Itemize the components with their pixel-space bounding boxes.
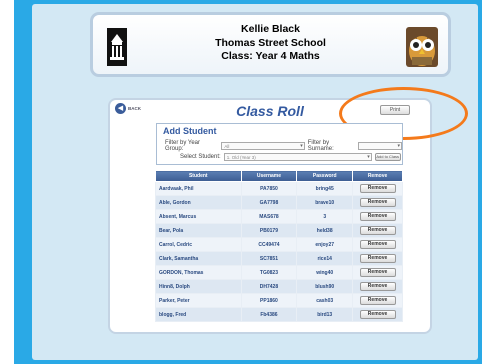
username: GA7798 [240, 195, 298, 210]
table-row: Absent, Marcus MAS678 3 Remove [155, 209, 403, 224]
username: TG0823 [240, 265, 298, 280]
username: DH7428 [240, 279, 298, 294]
table-row: GORDON, Thomas TG0823 wing40 Remove [155, 265, 403, 280]
student-name: blogg, Fred [155, 307, 242, 322]
table-row: Aardvaak, Phil PA7850 bring45 Remove [155, 181, 403, 196]
username: PP1860 [240, 293, 298, 308]
filter-surname-label: Filter by Surname: [307, 140, 334, 152]
header-password: Password [296, 170, 354, 182]
chevron-down-icon: ▾ [300, 143, 303, 149]
remove-cell: Remove [352, 265, 403, 280]
select-student-row: Select Student: 1. Old (Year 3) ▾ Add to… [165, 153, 401, 161]
remove-button[interactable]: Remove [359, 212, 396, 221]
remove-button[interactable]: Remove [359, 282, 396, 291]
table-row: Parker, Peter PP1860 cash03 Remove [155, 293, 403, 308]
filter-year-label: Filter by Year Group: [165, 140, 201, 152]
student-name: Bear, Pola [155, 223, 242, 238]
username: MAS678 [240, 209, 298, 224]
remove-button[interactable]: Remove [359, 296, 396, 305]
table-header-row: Student Username Password Remove [155, 170, 403, 182]
remove-button[interactable]: Remove [359, 198, 396, 207]
student-name: Aardvaak, Phil [155, 181, 242, 196]
student-name: GORDON, Thomas [155, 265, 242, 280]
outer-frame: Kellie Black Thomas Street School Class:… [14, 0, 482, 364]
remove-button[interactable]: Remove [359, 268, 396, 277]
password: brave10 [296, 195, 354, 210]
password: held38 [296, 223, 354, 238]
remove-cell: Remove [352, 209, 403, 224]
print-button[interactable]: Print [380, 105, 410, 115]
password: wing40 [296, 265, 354, 280]
password: bring45 [296, 181, 354, 196]
student-name: Absent, Marcus [155, 209, 242, 224]
remove-cell: Remove [352, 223, 403, 238]
student-name: Hinn8, Dolph [155, 279, 242, 294]
username: CC49474 [240, 237, 298, 252]
table-row: Bear, Pola PB0179 held38 Remove [155, 223, 403, 238]
header-remove: Remove [352, 170, 403, 182]
add-student-title: Add Student [163, 126, 217, 136]
table-row: Carrol, Cedric CC49474 enjoy27 Remove [155, 237, 403, 252]
class-roll-table: Student Username Password Remove Aardvaa… [155, 170, 403, 322]
table-row: Hinn8, Dolph DH7428 blush90 Remove [155, 279, 403, 294]
select-student-label: Select Student: [180, 154, 221, 160]
class-label: Class: Year 4 Maths [221, 50, 320, 62]
student-name: Able, Gordon [155, 195, 242, 210]
header-username: Username [240, 170, 298, 182]
remove-button[interactable]: Remove [359, 240, 396, 249]
username: Fb4386 [240, 307, 298, 322]
username: PA7850 [240, 181, 298, 196]
remove-cell: Remove [352, 251, 403, 266]
remove-cell: Remove [352, 279, 403, 294]
password: enjoy27 [296, 237, 354, 252]
remove-cell: Remove [352, 237, 403, 252]
header-card: Kellie Black Thomas Street School Class:… [90, 12, 451, 77]
chevron-down-icon: ▾ [367, 154, 370, 160]
filter-row: Filter by Year Group: All ▾ Filter by Su… [165, 140, 402, 152]
student-select-value: 1. Old (Year 3) [226, 154, 256, 160]
student-name: Carrol, Cedric [155, 237, 242, 252]
password: cash03 [296, 293, 354, 308]
header-text: Kellie Black Thomas Street School Class:… [93, 23, 448, 64]
owl-mascot-icon [406, 27, 438, 67]
student-select[interactable]: 1. Old (Year 3) ▾ [223, 153, 372, 161]
content-area: Kellie Black Thomas Street School Class:… [32, 4, 478, 360]
school-name: Thomas Street School [215, 36, 326, 49]
remove-button[interactable]: Remove [359, 184, 396, 193]
remove-button[interactable]: Remove [359, 226, 396, 235]
header-student: Student [155, 170, 242, 182]
add-to-class-button[interactable]: Add to Class [374, 153, 401, 161]
chevron-down-icon: ▾ [397, 143, 400, 149]
surname-select[interactable]: ▾ [358, 142, 402, 150]
remove-button[interactable]: Remove [359, 310, 396, 319]
password: rice14 [296, 251, 354, 266]
table-row: Clark, Samantha SC7851 rice14 Remove [155, 251, 403, 266]
year-group-value: All [224, 143, 230, 149]
table-row: Able, Gordon GA7798 brave10 Remove [155, 195, 403, 210]
student-name: Parker, Peter [155, 293, 242, 308]
password: bird13 [296, 307, 354, 322]
remove-cell: Remove [352, 181, 403, 196]
teacher-name: Kellie Black [241, 23, 300, 35]
remove-cell: Remove [352, 293, 403, 308]
remove-button[interactable]: Remove [359, 254, 396, 263]
class-roll-panel: ◀ BACK Class Roll Print Add Student Filt… [108, 87, 468, 334]
add-student-box: Add Student Filter by Year Group: All ▾ … [156, 123, 403, 165]
remove-cell: Remove [352, 307, 403, 322]
year-group-select[interactable]: All ▾ [221, 142, 305, 150]
password: 3 [296, 209, 354, 224]
student-name: Clark, Samantha [155, 251, 242, 266]
remove-cell: Remove [352, 195, 403, 210]
table-row: blogg, Fred Fb4386 bird13 Remove [155, 307, 403, 322]
username: SC7851 [240, 251, 298, 266]
username: PB0179 [240, 223, 298, 238]
password: blush90 [296, 279, 354, 294]
